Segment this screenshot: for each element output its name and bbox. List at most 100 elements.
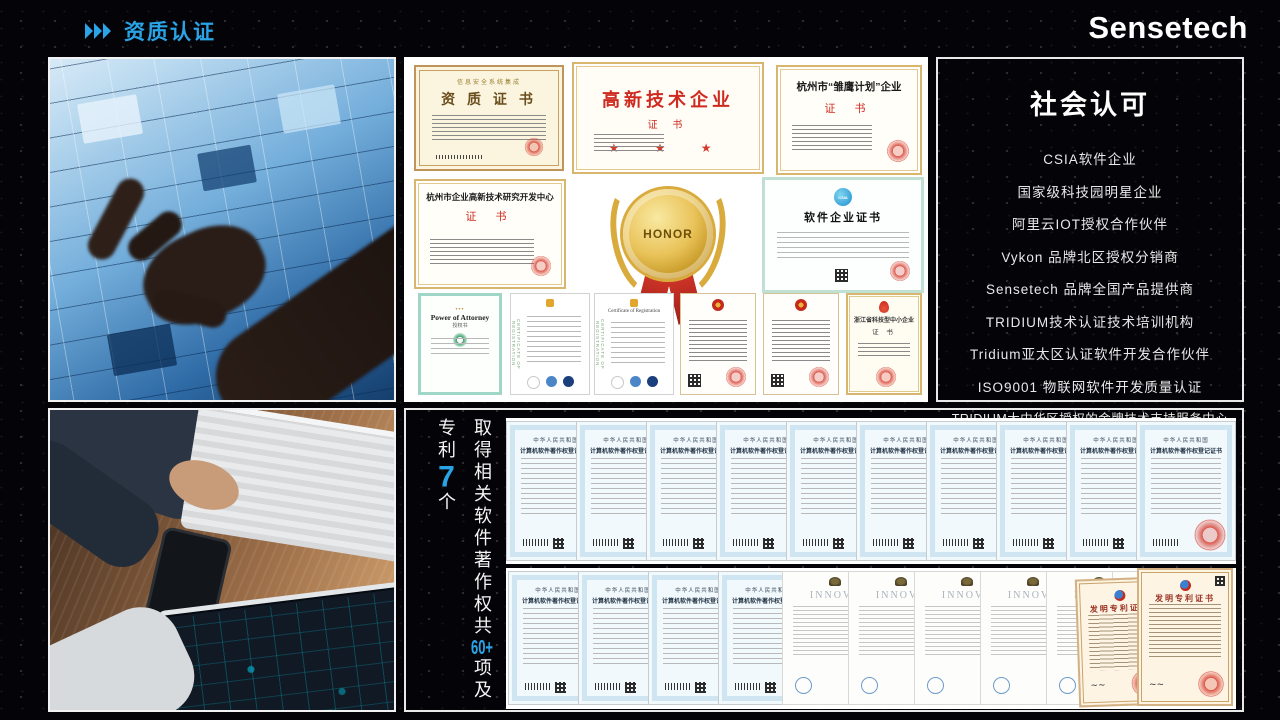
barcode [663,539,689,546]
software-enterprise-certificate: CSIA 软件企业证书 [762,177,924,293]
company-logo: Sensetech [1088,10,1248,46]
qr-code [553,538,564,549]
barcode [733,539,759,546]
text-lines [436,155,482,159]
license-certificate [680,293,756,395]
patent-count: 7 [430,462,463,492]
gold-emblem [630,299,638,307]
vertical-side-text: CERTIFICATE OF REGISTRATION [512,298,521,390]
blue-seal [927,677,944,694]
recognition-list: CSIA软件企业 国家级科技园明星企业 阿里云IOT授权合作伙伴 Vykon 品… [938,148,1242,427]
barcode [593,539,619,546]
recognition-item: 阿里云IOT授权合作伙伴 [938,213,1242,233]
text-lines [772,320,830,362]
national-emblem [795,299,807,311]
certificates-panel: 信息安全系统集成 资 质 证 书 高新技术企业 证 书 ★ ★ ★ 杭州市“雏鹰… [404,57,928,402]
red-seal [808,366,830,388]
seal-row [527,376,574,389]
barcode [1083,539,1109,546]
recognition-item: Vykon 品牌北区授权分销商 [938,246,1242,266]
medal-label: HONOR [643,227,693,241]
certificate-title: 杭州市企业高新技术研究开发中心 [416,191,564,203]
qr-code [623,538,634,549]
certificate-subtitle: 证 书 [574,116,762,131]
certificate-subtitle: 授权书 [421,322,499,329]
cnipa-logo [1114,590,1125,601]
text-lines [1151,458,1221,516]
page-title: 资质认证 [124,16,216,46]
certificate-title: 杭州市“雏鹰计划”企业 [778,79,920,94]
chevrons-icon [84,22,114,40]
coat-of-arms [1027,577,1039,586]
barcode [873,539,899,546]
certificate-subtitle: 证 书 [416,208,564,224]
qr-code [903,538,914,549]
barcode [1153,539,1179,546]
barcode [1013,539,1039,546]
flame-logo [879,301,889,313]
text-lines [594,134,664,152]
copyright-certificates-row: 中华人民共和国 计算机软件著作权登记证书 中华人民共和国 计算机软件著作权登记证… [506,418,1236,564]
copyright-certificates-group: 中华人民共和国 计算机软件著作权登记证书 中华人民共和国 计算机软件著作权登记证… [508,571,818,705]
barcode [735,683,761,690]
qr-code [973,538,984,549]
invention-certificates-group: 发明专利证书 ~~ 发明专利证书 ~~ [1077,568,1233,706]
patents-statement: 取得相关软件著作权共60+项及 专利7个 [428,418,500,710]
qr-code [763,538,774,549]
qr-code [1043,538,1054,549]
statement-text: 项及 [472,658,492,702]
red-seal [1197,670,1225,698]
barcode [525,683,551,690]
qr-code [625,682,636,693]
vertical-side-text: CERTIFICATE OF REGISTRATION [596,298,605,390]
csia-logo: CSIA [834,188,852,206]
qr-code [555,682,566,693]
hand-silhouette [50,59,394,400]
recognition-item: Sensetech 品牌全国产品提供商 [938,278,1242,298]
workspace-desk-photo [48,408,396,712]
text-lines [527,316,581,366]
certificate-title: 中华人民共和国 [1137,436,1235,444]
red-seal [524,137,544,157]
hightech-enterprise-certificate: 高新技术企业 证 书 ★ ★ ★ [572,62,764,174]
qr-code [765,682,776,693]
seal-row [611,376,658,389]
cnipa-logo [1180,580,1191,591]
blue-seal [795,677,812,694]
social-recognition-panel: 社会认可 CSIA软件企业 国家级科技园明星企业 阿里云IOT授权合作伙伴 Vy… [936,57,1244,402]
certificate-microheader: ▾▾▾ [421,306,499,311]
recognition-item: CSIA软件企业 [938,148,1242,168]
text-lines [858,343,910,359]
red-seal [530,255,552,277]
certificate-subtitle: 计算机软件著作权登记证书 [1137,446,1235,455]
text-lines [431,338,489,356]
blue-seal [861,677,878,694]
quality-certificate: 信息安全系统集成 资 质 证 书 [414,65,564,171]
barcode [523,539,549,546]
blue-seal [1059,677,1076,694]
qr-code [693,538,704,549]
panel-title: 社会认可 [938,83,1242,122]
touchscreen-wall-photo [48,57,396,402]
qr-code [835,269,848,282]
certificate-subtitle: 证 书 [848,326,920,336]
qr-code [688,374,701,387]
recognition-item: 国家级科技园明星企业 [938,181,1242,201]
certificate-title: 资 质 证 书 [416,89,562,109]
red-seal [886,139,910,163]
red-seal [725,366,747,388]
text-lines [689,320,747,362]
section-header: 资质认证 [84,16,216,46]
invention-patent-certificate: 发明专利证书 ~~ [1137,568,1233,706]
eaglet-plan-certificate: 杭州市“雏鹰计划”企业 证 书 [776,65,922,175]
barcode [595,683,621,690]
red-seal [889,260,911,282]
signature-graphic: ~~ [1149,680,1164,690]
certificate-title: 软件企业证书 [765,209,921,225]
national-emblem [712,299,724,311]
signature-graphic: ~~ [1090,681,1105,692]
certificate-title: Certificate of Registration [595,309,673,314]
copyright-count: 60+ [471,638,493,658]
statement-text: 专利 [436,418,456,462]
statement-text: 个 [436,492,456,514]
